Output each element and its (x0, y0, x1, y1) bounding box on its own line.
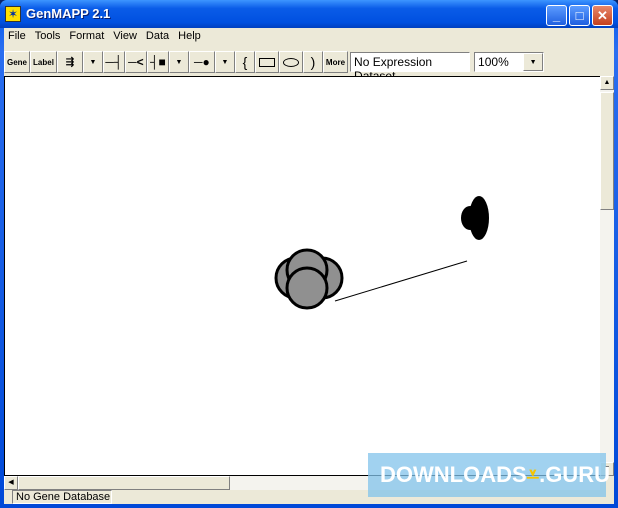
watermark: DOWNLOADS⩡.GURU (368, 453, 610, 497)
brace-icon[interactable]: { (234, 51, 255, 73)
arrow-tool-icon[interactable]: ⇶ (56, 51, 83, 73)
connector-line[interactable] (334, 260, 468, 302)
close-button[interactable]: ✕ (592, 5, 613, 26)
receptor-shape-icon[interactable]: ┤■ (146, 51, 169, 73)
app-window: ✶ GenMAPP 2.1 _ □ ✕ File Tools Format Vi… (0, 0, 618, 508)
label-tool-button[interactable]: Label (30, 51, 57, 73)
maximize-button[interactable]: □ (569, 5, 590, 26)
receptor-dropdown-icon[interactable]: ▼ (168, 51, 189, 73)
menu-help[interactable]: Help (174, 28, 206, 46)
menu-file[interactable]: File (4, 28, 31, 46)
rectangle-icon[interactable] (254, 51, 279, 73)
vertical-scroll-thumb[interactable] (600, 92, 614, 210)
inhibit-line-icon[interactable]: ─┤ (102, 51, 125, 73)
title-bar: ✶ GenMAPP 2.1 _ □ ✕ (0, 0, 618, 28)
arc-icon[interactable]: ) (302, 51, 323, 73)
watermark-text: DOWNLOADS (380, 462, 527, 487)
client-area: File Tools Format View Data Help Gene La… (4, 28, 614, 504)
zoom-dropdown-icon[interactable]: ▼ (523, 53, 544, 71)
app-icon: ✶ (5, 6, 21, 22)
scroll-up-icon[interactable]: ▲ (600, 76, 614, 90)
minimize-button[interactable]: _ (546, 5, 567, 26)
gene-tool-button[interactable]: Gene (4, 51, 31, 73)
oval-icon[interactable] (278, 51, 303, 73)
ligand-node[interactable] (469, 196, 489, 240)
gene-node[interactable] (285, 266, 329, 310)
pathway-drawing (274, 196, 489, 310)
menu-format[interactable]: Format (65, 28, 109, 46)
scroll-left-icon[interactable]: ◀ (4, 476, 18, 490)
receptor-line-icon[interactable]: ─< (124, 51, 147, 73)
zoom-value: 100% (478, 55, 509, 69)
ligand-icon[interactable]: ─● (188, 51, 215, 73)
arrow-dropdown-icon[interactable]: ▼ (82, 51, 103, 73)
ligand-dropdown-icon[interactable]: ▼ (214, 51, 235, 73)
horizontal-scroll-thumb[interactable] (18, 476, 230, 490)
gene-database-status: No Gene Database (12, 490, 112, 504)
window-title: GenMAPP 2.1 (26, 6, 111, 21)
menu-data[interactable]: Data (142, 28, 174, 46)
more-button[interactable]: More (322, 51, 349, 73)
watermark-text-suffix: .GURU (539, 462, 610, 487)
toolbar: Gene Label ⇶ ▼ ─┤ ─< ┤■ ▼ ─● ▼ { ) More … (4, 50, 545, 83)
download-icon: ⩡ (526, 462, 540, 487)
vertical-scrollbar[interactable]: ▲ ▼ (600, 76, 614, 476)
pathway-canvas[interactable] (4, 76, 614, 476)
menu-tools[interactable]: Tools (31, 28, 66, 46)
menu-bar: File Tools Format View Data Help (4, 28, 206, 46)
menu-view[interactable]: View (109, 28, 142, 46)
expression-dataset-field[interactable]: No Expression Dataset (350, 52, 471, 83)
zoom-select[interactable]: 100% ▼ (474, 52, 545, 72)
